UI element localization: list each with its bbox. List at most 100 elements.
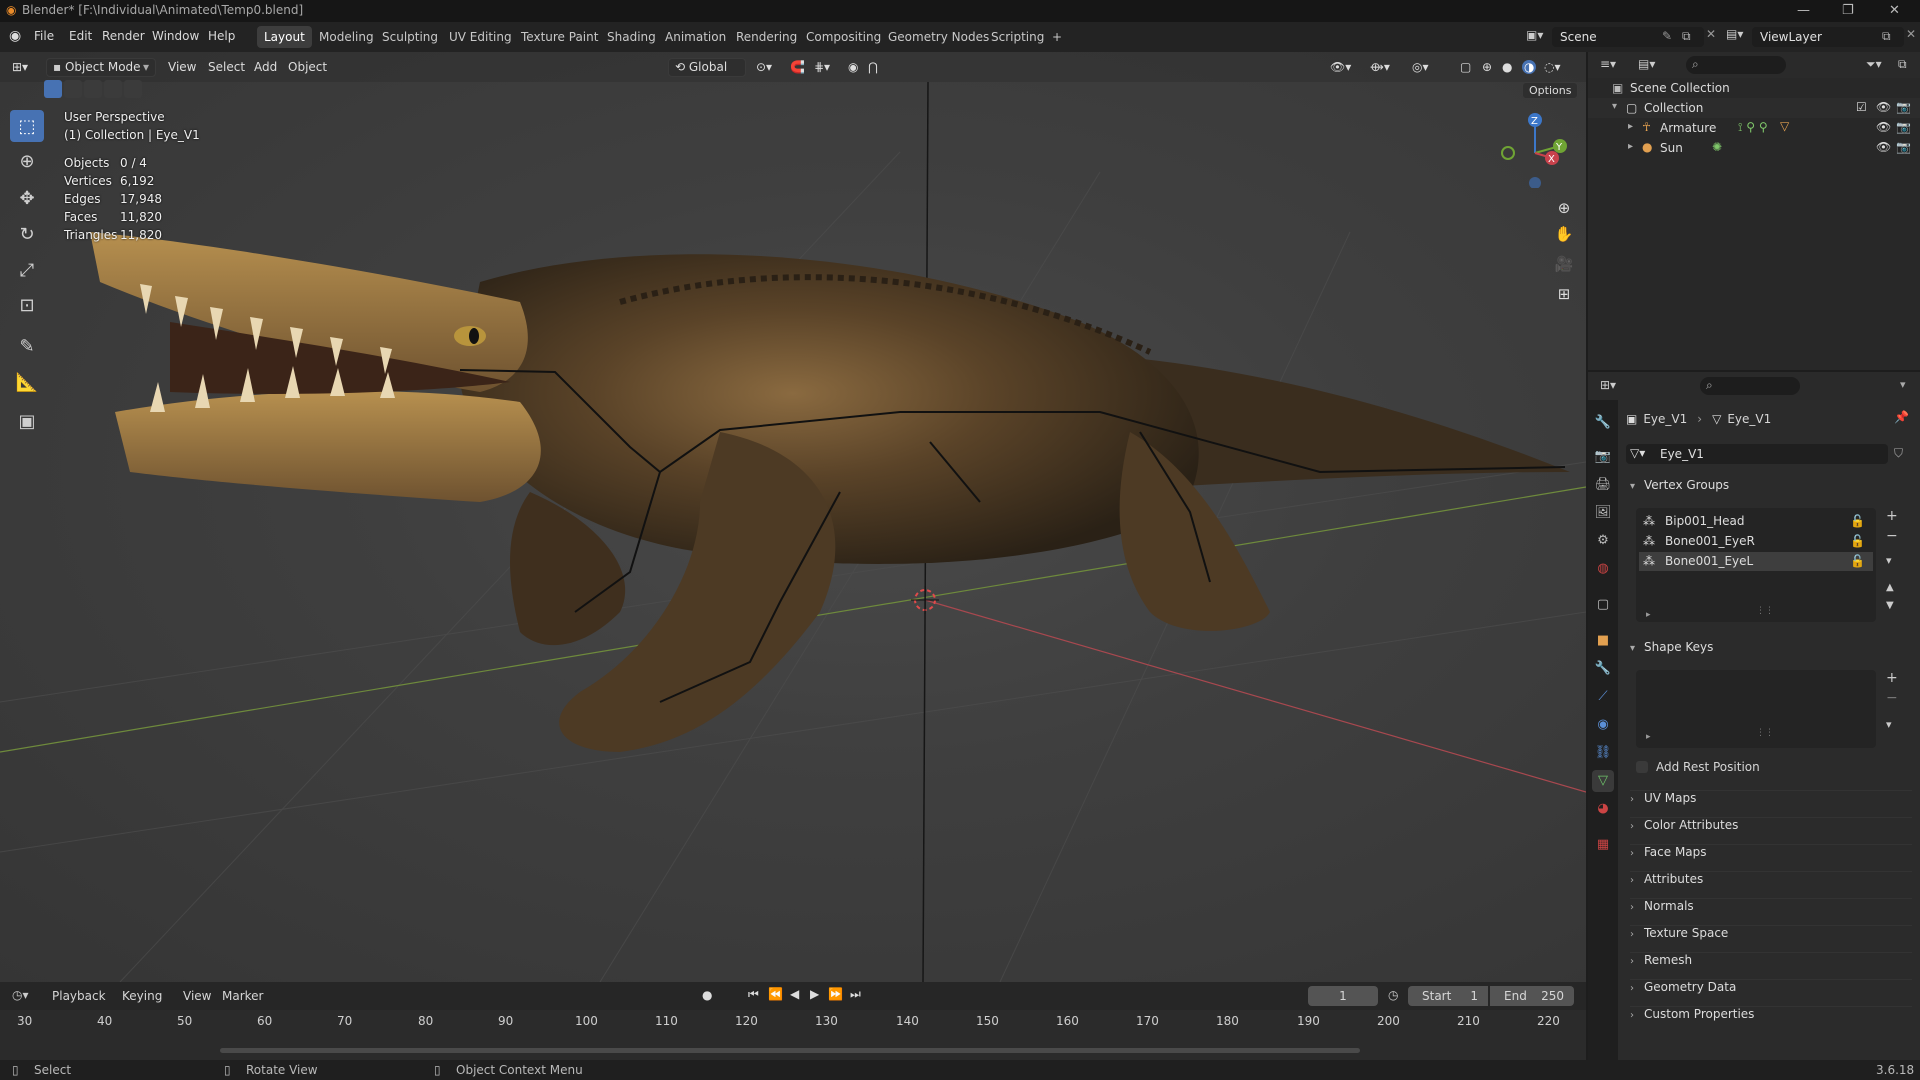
select-new-icon[interactable] bbox=[44, 80, 62, 98]
tab-modeling[interactable]: Modeling bbox=[312, 26, 381, 48]
checkbox-icon[interactable] bbox=[1636, 761, 1648, 773]
outliner-row-armature[interactable]: ▸ ☥ Armature ⟟ ⚲ ⚲ ▽ 👁 📷 bbox=[1588, 118, 1920, 138]
tool-tab-icon[interactable]: 🔧 bbox=[1592, 412, 1614, 434]
play-icon[interactable]: ▶ bbox=[810, 987, 819, 1001]
remove-vertex-group-icon[interactable]: − bbox=[1886, 528, 1898, 544]
blender-menu-icon[interactable]: ◉ bbox=[9, 28, 21, 44]
mesh-data-tab-icon[interactable]: ▽ bbox=[1592, 770, 1614, 792]
timeline-menu-view[interactable]: View bbox=[183, 989, 211, 1003]
mesh-datablock-field[interactable]: ▽▾ Eye_V1 bbox=[1626, 444, 1888, 464]
scale-tool-icon[interactable]: ⤢ bbox=[10, 254, 44, 286]
tab-uv-editing[interactable]: UV Editing bbox=[442, 26, 519, 48]
editor-type-icon[interactable]: ⊞▾ bbox=[12, 60, 28, 74]
jump-start-icon[interactable]: ⏮ bbox=[748, 987, 759, 1002]
material-shading-icon[interactable]: ◑ bbox=[1522, 60, 1537, 74]
pin-icon[interactable]: 📌 bbox=[1894, 410, 1909, 424]
panel-geometry-data[interactable]: › Geometry Data bbox=[1630, 979, 1912, 1003]
scene-tab-icon[interactable]: ⚙ bbox=[1592, 530, 1614, 552]
world-tab-icon[interactable]: ◍ bbox=[1592, 558, 1614, 580]
display-mode-icon[interactable]: ▤▾ bbox=[1638, 57, 1655, 71]
constraints-tab-icon[interactable]: ⛓ bbox=[1592, 742, 1614, 764]
next-keyframe-icon[interactable]: ⏩ bbox=[828, 987, 843, 1001]
viewport-menu-select[interactable]: Select bbox=[208, 60, 245, 74]
cursor-tool-icon[interactable]: ⊕ bbox=[10, 145, 44, 177]
viewport-menu-view[interactable]: View bbox=[168, 60, 196, 74]
eye-icon[interactable]: 👁 bbox=[1876, 120, 1891, 134]
navigation-gizmo[interactable]: Z Y X bbox=[1490, 108, 1570, 188]
close-button[interactable]: ✕ bbox=[1889, 3, 1900, 18]
new-collection-icon[interactable]: ⧉ bbox=[1898, 57, 1907, 72]
transform-orientation-selector[interactable]: ⟲ Global bbox=[668, 58, 746, 77]
panel-texture-space[interactable]: › Texture Space bbox=[1630, 925, 1912, 949]
filter-icon[interactable]: ⏷▾ bbox=[1866, 57, 1882, 72]
view-layer-selector[interactable]: ViewLayer ⧉ bbox=[1752, 27, 1904, 47]
scene-selector[interactable]: Scene ✎ ⧉ bbox=[1552, 27, 1704, 47]
timeline-menu-playback[interactable]: Playback bbox=[52, 989, 106, 1003]
modifier-tab-icon[interactable]: 🔧 bbox=[1592, 658, 1614, 680]
particles-tab-icon[interactable]: ⟋ bbox=[1592, 686, 1614, 708]
timeline-area[interactable] bbox=[0, 1010, 1586, 1060]
select-subtract-icon[interactable] bbox=[84, 80, 102, 98]
ortho-grid-icon[interactable]: ⊞ bbox=[1552, 282, 1576, 306]
view-layer-tab-icon[interactable]: 🖼 bbox=[1592, 502, 1614, 524]
mode-selector[interactable]: ▪ Object Mode ▾ bbox=[46, 58, 156, 77]
remove-scene-icon[interactable]: ✕ bbox=[1706, 27, 1716, 41]
list-filter-chevron-icon[interactable]: ▸ bbox=[1646, 610, 1651, 620]
select-intersect-icon[interactable] bbox=[124, 80, 142, 98]
outliner-editor-icon[interactable]: ≡▾ bbox=[1600, 57, 1616, 71]
record-icon[interactable]: ● bbox=[702, 988, 712, 1002]
menu-window[interactable]: Window bbox=[152, 29, 199, 43]
falloff-icon[interactable]: ⋂ bbox=[868, 60, 878, 74]
new-scene-icon[interactable]: ⧉ bbox=[1682, 29, 1691, 44]
add-cube-tool-icon[interactable]: ▣ bbox=[10, 405, 44, 437]
rendered-shading-icon[interactable]: ◌▾ bbox=[1544, 60, 1561, 74]
texture-tab-icon[interactable]: ▦ bbox=[1592, 834, 1614, 856]
add-vertex-group-icon[interactable]: + bbox=[1886, 508, 1898, 524]
tab-rendering[interactable]: Rendering bbox=[729, 26, 804, 48]
zoom-icon[interactable]: ⊕ bbox=[1552, 196, 1576, 220]
camera-icon[interactable]: 📷 bbox=[1896, 100, 1911, 114]
scene-icon[interactable]: ▣▾ bbox=[1526, 28, 1550, 46]
transform-tool-icon[interactable]: ⊡ bbox=[10, 289, 44, 321]
lock-icon[interactable]: 🔓 bbox=[1850, 512, 1865, 531]
add-rest-position-toggle[interactable]: Add Rest Position bbox=[1636, 758, 1760, 776]
timeline-menu-keying[interactable]: Keying bbox=[122, 989, 162, 1003]
remove-view-layer-icon[interactable]: ✕ bbox=[1906, 27, 1916, 41]
prev-keyframe-icon[interactable]: ⏪ bbox=[768, 987, 783, 1001]
play-reverse-icon[interactable]: ◀ bbox=[790, 987, 799, 1001]
vertex-group-item[interactable]: ⁂ Bone001_EyeR 🔓 bbox=[1639, 532, 1873, 551]
3d-viewport[interactable] bbox=[0, 52, 1586, 982]
vertex-group-item[interactable]: ⁂ Bip001_Head 🔓 bbox=[1639, 512, 1873, 531]
end-frame-field[interactable]: End 250 bbox=[1490, 986, 1574, 1006]
tab-compositing[interactable]: Compositing bbox=[799, 26, 888, 48]
physics-tab-icon[interactable]: ◉ bbox=[1592, 714, 1614, 736]
output-tab-icon[interactable]: 🖨 bbox=[1592, 474, 1614, 496]
wireframe-shading-icon[interactable]: ⊕ bbox=[1482, 60, 1492, 74]
tab-animation[interactable]: Animation bbox=[658, 26, 733, 48]
eye-icon[interactable]: 👁 bbox=[1876, 100, 1891, 114]
properties-editor-icon[interactable]: ⊞▾ bbox=[1600, 378, 1616, 392]
select-extend-icon[interactable] bbox=[64, 80, 82, 98]
menu-edit[interactable]: Edit bbox=[69, 29, 92, 43]
resize-handle-icon[interactable]: ⋮⋮ bbox=[1756, 728, 1774, 738]
minimize-button[interactable]: — bbox=[1797, 3, 1810, 18]
viewport-menu-add[interactable]: Add bbox=[254, 60, 277, 74]
view-layer-icon[interactable]: ▤▾ bbox=[1726, 27, 1743, 41]
move-tool-icon[interactable]: ✥ bbox=[10, 182, 44, 214]
clock-icon[interactable]: ◷ bbox=[1388, 988, 1398, 1002]
remove-shape-key-icon[interactable]: − bbox=[1886, 690, 1898, 706]
lock-icon[interactable]: 🔓 bbox=[1850, 532, 1865, 551]
panel-custom-properties[interactable]: › Custom Properties bbox=[1630, 1006, 1912, 1030]
pivot-point-icon[interactable]: ⊙▾ bbox=[756, 60, 772, 74]
menu-file[interactable]: File bbox=[34, 29, 54, 43]
checkbox-icon[interactable]: ☑ bbox=[1856, 100, 1867, 114]
options-button[interactable]: Options bbox=[1522, 82, 1579, 99]
snap-target-icon[interactable]: ⋕▾ bbox=[814, 60, 830, 74]
timeline-editor-icon[interactable]: ◷▾ bbox=[12, 988, 29, 1002]
expand-chevron-icon[interactable]: ▸ bbox=[1628, 141, 1633, 152]
current-frame-field[interactable]: 1 bbox=[1308, 986, 1378, 1006]
add-workspace-button[interactable]: + bbox=[1045, 26, 1069, 48]
select-difference-icon[interactable] bbox=[104, 80, 122, 98]
vertex-groups-header[interactable]: ▾ Vertex Groups bbox=[1630, 478, 1912, 502]
list-filter-chevron-icon[interactable]: ▸ bbox=[1646, 732, 1651, 742]
